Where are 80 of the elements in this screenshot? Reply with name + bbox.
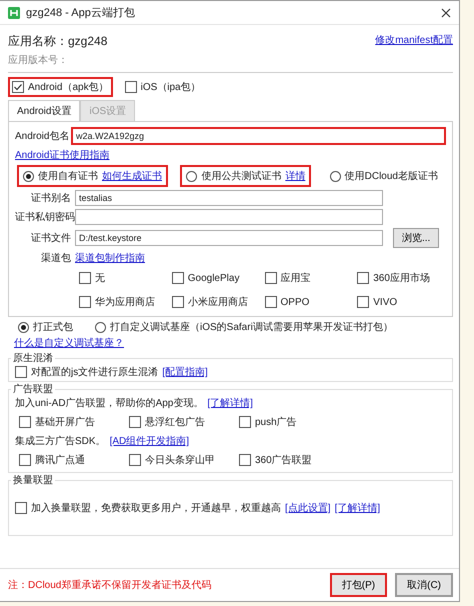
checkbox-label: 腾讯广点通 <box>35 454 85 467</box>
app-name: 应用名称：gzg248 <box>8 33 108 50</box>
radio-button[interactable] <box>18 322 29 332</box>
checkbox[interactable] <box>19 454 31 466</box>
checkbox[interactable] <box>12 81 24 93</box>
checkbox-label: 小米应用商店 <box>188 296 248 309</box>
checkbox[interactable] <box>357 296 370 308</box>
checkbox[interactable] <box>264 272 276 284</box>
checkbox-label: 华为应用商店 <box>95 296 155 309</box>
radio-label: 打自定义调试基座（iOS的Safari调试需要用苹果开发证书打包） <box>110 320 393 334</box>
checkbox-label: 360广告联盟 <box>255 454 312 467</box>
checkbox-label: push广告 <box>255 416 297 429</box>
cert-link[interactable]: 如何生成证书 <box>102 169 162 183</box>
checkbox[interactable] <box>124 81 137 93</box>
radio-button[interactable] <box>330 170 341 182</box>
checkbox[interactable] <box>239 454 251 466</box>
checkbox[interactable] <box>15 366 27 378</box>
channel-guide-link[interactable]: 渠道包制作指南 <box>75 251 145 265</box>
checkbox[interactable] <box>172 272 184 284</box>
app-icon <box>8 6 20 18</box>
checkbox-label: Android（apk包） <box>28 81 109 94</box>
checkbox[interactable] <box>129 454 141 466</box>
cert-link[interactable]: 详情 <box>285 169 306 183</box>
radio-label: 打正式包 <box>33 320 73 334</box>
radio-label: 使用自有证书 <box>38 170 98 183</box>
dialog-button[interactable]: 打包(P) <box>330 573 388 597</box>
radio-label: 使用DCloud老版证书 <box>344 170 438 183</box>
group-title: 原生混淆 <box>12 352 54 365</box>
tab[interactable]: Android设置 <box>8 100 80 121</box>
radio-label: 使用公共测试证书 <box>201 170 282 183</box>
checkbox[interactable] <box>19 416 31 428</box>
input-field[interactable] <box>75 209 383 225</box>
app-version: 应用版本号： <box>8 54 69 67</box>
field-label: Android包名 <box>15 130 67 143</box>
checkbox-label: 应用宝 <box>280 272 310 285</box>
field-label: 渠道包 <box>40 252 71 265</box>
cert-guide-link[interactable]: Android证书使用指南 <box>15 148 110 162</box>
checkbox[interactable] <box>239 416 251 428</box>
footer-note: 注：DCloud郑重承诺不保留开发者证书及代码 <box>8 578 212 592</box>
checkbox-label: OPPO <box>280 296 310 308</box>
dialog-button[interactable]: 取消(C) <box>395 573 453 597</box>
checkbox-label: 360应用市场 <box>373 272 430 285</box>
checkbox-label: 加入换量联盟，免费获取更多用户，开通越早，权重越高 <box>31 502 281 515</box>
checkbox-label: VIVO <box>373 296 398 308</box>
group-title: 换量联盟 <box>12 474 54 487</box>
browse-button[interactable]: 浏览... <box>393 228 440 248</box>
checkbox[interactable] <box>15 502 27 514</box>
group-title: 广告联盟 <box>12 382 54 396</box>
window-title: gzg248 - App云端打包 <box>26 6 136 20</box>
checkbox-label: iOS（ipa包） <box>140 81 201 94</box>
config-guide-link[interactable]: [配置指南] <box>162 365 208 379</box>
checkbox[interactable] <box>79 272 91 284</box>
exchange-link[interactable]: [了解详情] <box>334 501 380 515</box>
close-icon[interactable] <box>441 8 451 18</box>
manifest-link[interactable]: 修改manifest配置 <box>375 33 453 47</box>
input-field[interactable]: w2a.W2A192gzg <box>71 127 446 145</box>
radio-button[interactable] <box>23 170 34 182</box>
checkbox-label: 悬浮红包广告 <box>145 416 205 429</box>
exchange-link[interactable]: [点此设置] <box>285 501 331 515</box>
field-label: 证书文件 <box>30 232 71 245</box>
radio-button[interactable] <box>186 170 198 182</box>
checkbox-label: GooglePlay <box>188 272 240 284</box>
ad-intro: 加入uni-AD广告联盟，帮助你的App变现。 <box>15 396 204 410</box>
checkbox-label: 今日头条穿山甲 <box>145 454 215 467</box>
checkbox-label: 基础开屏广告 <box>35 416 95 429</box>
field-label: 证书别名 <box>30 192 71 205</box>
checkbox[interactable] <box>79 296 91 308</box>
checkbox-label: 对配置的js文件进行原生混淆 <box>31 366 158 379</box>
checkbox[interactable] <box>357 272 370 284</box>
debug-base-link[interactable]: 什么是自定义调试基座？ <box>14 336 124 350</box>
radio-button[interactable] <box>95 322 106 332</box>
details-link[interactable]: [了解详情] <box>207 396 253 410</box>
checkbox[interactable] <box>264 296 276 308</box>
checkbox[interactable] <box>172 296 184 308</box>
sdk-intro: 集成三方广告SDK。 <box>15 434 106 448</box>
checkbox-label: 无 <box>95 272 105 285</box>
checkbox[interactable] <box>129 416 141 428</box>
input-field[interactable]: D:/test.keystore <box>75 230 383 246</box>
sdk-guide-link[interactable]: [AD组件开发指南] <box>110 434 190 448</box>
input-field[interactable]: testalias <box>75 190 383 206</box>
